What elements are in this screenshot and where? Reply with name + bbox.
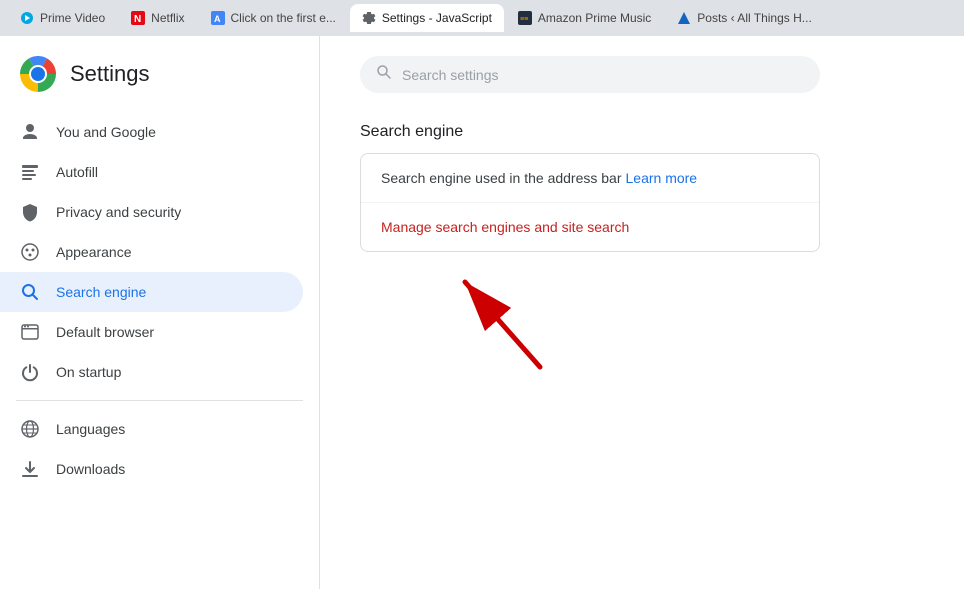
sidebar-title: Settings bbox=[70, 61, 150, 87]
sidebar-item-autofill-label: Autofill bbox=[56, 164, 98, 180]
sidebar-nav: You and Google Autofill bbox=[0, 112, 319, 589]
download-icon bbox=[20, 459, 40, 479]
settings-card: Search engine used in the address bar Le… bbox=[360, 153, 820, 252]
sidebar-item-default-browser[interactable]: Default browser bbox=[0, 312, 303, 352]
learn-more-link[interactable]: Learn more bbox=[626, 170, 698, 186]
sidebar-item-on-startup-label: On startup bbox=[56, 364, 121, 380]
sidebar-item-downloads-label: Downloads bbox=[56, 461, 125, 477]
tab-bar: Prime Video N Netflix A Click on the fir… bbox=[0, 0, 964, 36]
shield-icon bbox=[20, 202, 40, 222]
settings-row-manage-engines[interactable]: Manage search engines and site search bbox=[361, 203, 819, 251]
sidebar: Settings You and Google bbox=[0, 36, 320, 589]
tab-prime-video-label: Prime Video bbox=[40, 11, 105, 25]
svg-text:≡≡: ≡≡ bbox=[520, 16, 528, 23]
search-bar-icon bbox=[376, 64, 392, 85]
tab-settings-js-label: Settings - JavaScript bbox=[382, 11, 492, 25]
amazon-music-icon: ≡≡ bbox=[518, 11, 532, 25]
tab-prime-video[interactable]: Prime Video bbox=[8, 4, 117, 32]
sidebar-item-autofill[interactable]: Autofill bbox=[0, 152, 303, 192]
sidebar-item-downloads[interactable]: Downloads bbox=[0, 449, 303, 489]
svg-text:N: N bbox=[134, 14, 141, 25]
main-area: Settings You and Google bbox=[0, 36, 964, 589]
nav-divider bbox=[16, 400, 303, 401]
netflix-icon: N bbox=[131, 11, 145, 25]
address-bar-engine-text: Search engine used in the address bar bbox=[381, 170, 622, 186]
tab-posts[interactable]: Posts ‹ All Things H... bbox=[665, 4, 824, 32]
search-nav-icon bbox=[20, 282, 40, 302]
sidebar-item-you-google-label: You and Google bbox=[56, 124, 156, 140]
person-icon bbox=[20, 122, 40, 142]
sidebar-item-appearance-label: Appearance bbox=[56, 244, 132, 260]
sidebar-item-languages[interactable]: Languages bbox=[0, 409, 303, 449]
manage-search-engines-text: Manage search engines and site search bbox=[381, 219, 629, 235]
sidebar-item-languages-label: Languages bbox=[56, 421, 125, 437]
sidebar-item-you-google[interactable]: You and Google bbox=[0, 112, 303, 152]
sidebar-item-privacy-security[interactable]: Privacy and security bbox=[0, 192, 303, 232]
sidebar-item-search-engine-label: Search engine bbox=[56, 284, 146, 300]
tab-posts-label: Posts ‹ All Things H... bbox=[697, 11, 812, 25]
search-input[interactable] bbox=[402, 67, 804, 83]
settings-js-icon bbox=[362, 11, 376, 25]
sidebar-item-privacy-security-label: Privacy and security bbox=[56, 204, 181, 220]
tab-netflix[interactable]: N Netflix bbox=[119, 4, 196, 32]
tab-amazon-music[interactable]: ≡≡ Amazon Prime Music bbox=[506, 4, 663, 32]
posts-icon bbox=[677, 11, 691, 25]
content-area: Search engine Search engine used in the … bbox=[320, 36, 964, 589]
sidebar-header: Settings bbox=[0, 44, 319, 112]
click-on-first-icon: A bbox=[211, 11, 225, 25]
autofill-icon bbox=[20, 162, 40, 182]
sidebar-item-appearance[interactable]: Appearance bbox=[0, 232, 303, 272]
sidebar-item-search-engine[interactable]: Search engine bbox=[0, 272, 303, 312]
sidebar-item-default-browser-label: Default browser bbox=[56, 324, 154, 340]
power-icon bbox=[20, 362, 40, 382]
red-arrow-annotation bbox=[440, 252, 560, 372]
browser-icon bbox=[20, 322, 40, 342]
tab-click-on-first[interactable]: A Click on the first e... bbox=[199, 4, 348, 32]
palette-icon bbox=[20, 242, 40, 262]
settings-row-address-bar: Search engine used in the address bar Le… bbox=[361, 154, 819, 203]
search-bar[interactable] bbox=[360, 56, 820, 93]
tab-amazon-music-label: Amazon Prime Music bbox=[538, 11, 651, 25]
prime-video-icon bbox=[20, 11, 34, 25]
sidebar-item-on-startup[interactable]: On startup bbox=[0, 352, 303, 392]
section-title: Search engine bbox=[360, 123, 924, 141]
chrome-logo-icon bbox=[20, 56, 56, 92]
svg-text:A: A bbox=[214, 14, 221, 24]
tab-netflix-label: Netflix bbox=[151, 11, 184, 25]
arrow-container: Search engine used in the address bar Le… bbox=[360, 153, 820, 252]
globe-icon bbox=[20, 419, 40, 439]
tab-settings-js[interactable]: Settings - JavaScript bbox=[350, 4, 504, 32]
tab-click-on-first-label: Click on the first e... bbox=[231, 11, 336, 25]
